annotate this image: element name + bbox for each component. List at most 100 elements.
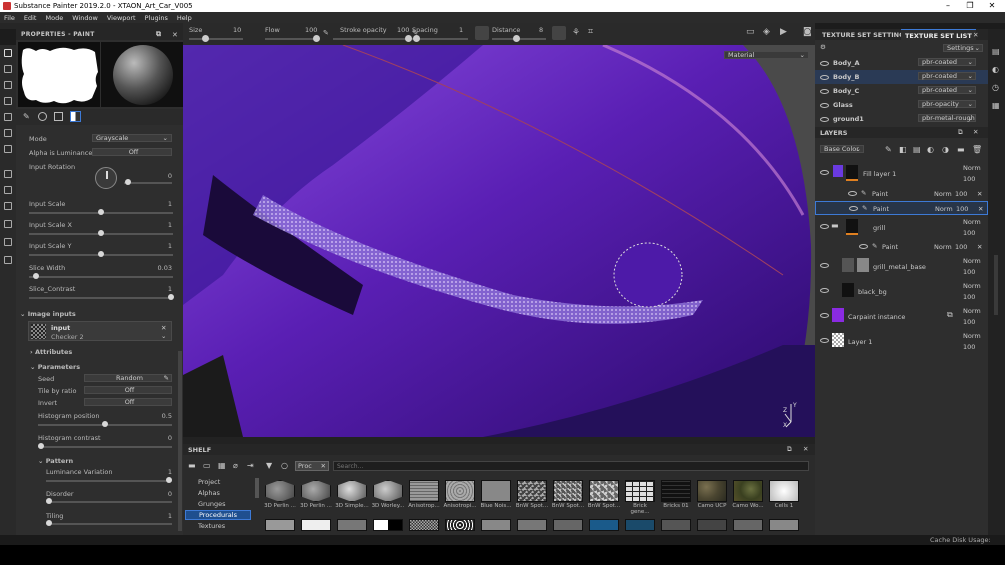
tiling-slider[interactable] [46, 520, 172, 526]
hide-icon[interactable]: ⌀ [233, 461, 238, 470]
screenshot-camera-icon[interactable]: ◙ [803, 27, 812, 37]
remove-filter-icon[interactable]: ✕ [321, 462, 326, 470]
export-icon[interactable]: ⇥ [247, 461, 254, 470]
shader-dropdown[interactable]: pbr-coated ⌄ [918, 72, 976, 80]
layer-mask-thumb[interactable] [846, 219, 858, 233]
display-settings-icon[interactable]: ◐ [992, 65, 999, 74]
shelf-item-thumb[interactable] [301, 480, 331, 502]
viewport-material-dropdown[interactable]: Material ⌄ [724, 51, 809, 59]
input-scale-y-value[interactable]: 1 [168, 242, 172, 250]
video-camera-icon[interactable]: ▶ [780, 27, 787, 37]
spacing-value[interactable]: 1 [459, 26, 463, 34]
shader-dropdown[interactable]: pbr-coated ⌄ [918, 58, 976, 66]
category-textures[interactable]: Textures [198, 522, 225, 530]
seed-field[interactable]: Random ✎ [84, 374, 172, 382]
shelf-item-thumb[interactable] [409, 480, 439, 502]
shelf-item-thumb[interactable] [337, 519, 367, 531]
eye-icon[interactable] [820, 170, 829, 175]
texture-set-row[interactable]: Body_A pbr-coated ⌄ [815, 56, 988, 70]
distance-slider-knob[interactable] [513, 35, 520, 42]
cube-icon[interactable]: ◈ [763, 27, 770, 37]
refresh-icon[interactable]: ○ [281, 461, 288, 470]
mirror-icon[interactable]: ⚘ [572, 28, 580, 38]
close-panel-icon[interactable]: ✕ [172, 31, 178, 39]
remove-effect-icon[interactable]: ✕ [978, 205, 983, 213]
shelf-item-thumb[interactable] [625, 480, 655, 502]
category-procedurals[interactable]: Procedurals [185, 510, 251, 520]
eye-icon[interactable] [849, 206, 858, 211]
texture-set-row[interactable]: ground1 pbr-metal-rough ⌄ [815, 112, 988, 126]
flow-slider[interactable] [265, 38, 317, 40]
spacing-slider-knob[interactable] [413, 35, 420, 42]
float-icon[interactable]: ⧉ [156, 30, 161, 39]
bake-icon[interactable] [4, 170, 12, 178]
menu-edit[interactable]: Edit [24, 14, 37, 22]
shelf-item-thumb[interactable] [445, 519, 475, 531]
close-panel-icon[interactable]: ✕ [973, 31, 978, 39]
close-shelf-icon[interactable]: ✕ [803, 445, 808, 453]
eye-icon[interactable] [859, 244, 868, 249]
layer-row[interactable]: ✎ Paint Norm 100 ✕ [815, 187, 988, 201]
view-frame-icon[interactable]: ▭ [746, 27, 755, 37]
layer-folder-row[interactable]: ▬ grill Norm 100 [815, 216, 988, 240]
remove-effect-icon[interactable]: ✕ [977, 243, 982, 251]
pen-pressure-icon[interactable]: ✎ [323, 29, 329, 37]
eye-icon[interactable] [820, 88, 829, 94]
size-slider[interactable] [189, 38, 243, 40]
input-scale-x-slider[interactable] [29, 230, 173, 236]
tab-texture-set-list[interactable]: TEXTURE SET LIST [901, 29, 976, 40]
input-scale-value[interactable]: 1 [168, 200, 172, 208]
invert-toggle[interactable]: Off [84, 398, 172, 406]
add-layer-icon[interactable]: ◑ [942, 145, 949, 154]
shelf-item-thumb[interactable] [481, 519, 511, 531]
tile-by-ratio-toggle[interactable]: Off [84, 386, 172, 394]
slice-contrast-slider[interactable] [29, 294, 174, 300]
mode-dropdown[interactable]: Grayscale ⌄ [92, 134, 172, 142]
close-panel-icon[interactable]: ✕ [973, 128, 978, 136]
instance-icon[interactable]: ⧉ [947, 310, 953, 320]
shelf-item-thumb[interactable] [733, 519, 763, 531]
menu-help[interactable]: Help [177, 14, 192, 22]
folder-icon[interactable]: ▬ [188, 461, 196, 470]
lazy-mouse-icon[interactable] [475, 26, 489, 40]
shelf-item-thumb[interactable] [265, 519, 295, 531]
texture-set-icon[interactable]: ▤ [992, 47, 1000, 56]
shelf-item-thumb[interactable] [625, 519, 655, 531]
texture-icon[interactable] [4, 220, 12, 228]
shelf-item-thumb[interactable] [769, 519, 799, 531]
size-slider-knob[interactable] [202, 35, 209, 42]
float-icon[interactable]: ⧉ [787, 445, 792, 454]
stencil-tab-icon[interactable] [70, 111, 81, 122]
eye-icon[interactable] [820, 102, 829, 108]
input-scale-slider[interactable] [29, 209, 173, 215]
shelf-item-thumb[interactable] [733, 480, 763, 502]
luminance-variation-value[interactable]: 1 [168, 468, 172, 476]
eye-icon[interactable] [820, 224, 829, 229]
category-grunges[interactable]: Grunges [198, 500, 225, 508]
flow-slider-knob[interactable] [313, 35, 320, 42]
texture-set-row[interactable]: Body_B pbr-coated ⌄ [815, 70, 988, 84]
layer-row[interactable]: ✎ Paint Norm 100 ✕ [815, 240, 988, 254]
edit-icon[interactable]: ✎ [164, 375, 169, 382]
import-icon[interactable]: ▦ [218, 461, 226, 470]
alpha-luminance-toggle[interactable]: Off [92, 148, 172, 156]
shelf-item-thumb[interactable] [481, 480, 511, 502]
close-icon[interactable]: ✕ [982, 0, 1002, 12]
remove-effect-icon[interactable]: ✕ [977, 190, 982, 198]
layer-row[interactable]: Fill layer 1 Norm 100 [815, 161, 988, 187]
rotation-value[interactable]: 0 [168, 172, 172, 180]
shelf-item-thumb[interactable] [373, 480, 403, 502]
brush-tab-icon[interactable]: ✎ [23, 112, 30, 121]
shelf-item-thumb[interactable] [769, 480, 799, 502]
layer-row-selected[interactable]: ✎ Paint Norm 100 ✕ [815, 201, 988, 215]
shelf-item-thumb[interactable] [265, 480, 295, 502]
paint-brush-icon[interactable] [4, 49, 12, 57]
filter-tag[interactable]: Proc ✕ [295, 461, 329, 471]
image-input-slot[interactable]: input Checker 2 ✕ ⌄ [28, 321, 172, 341]
alpha-tab-icon[interactable] [54, 112, 63, 121]
shader-dropdown[interactable]: pbr-opacity ⌄ [918, 100, 976, 108]
slice-width-slider[interactable] [29, 273, 173, 279]
texture-set-options-icon[interactable]: ⚙ [820, 43, 826, 51]
shelf-item-thumb[interactable] [589, 519, 619, 531]
slice-width-value[interactable]: 0.03 [158, 264, 172, 272]
